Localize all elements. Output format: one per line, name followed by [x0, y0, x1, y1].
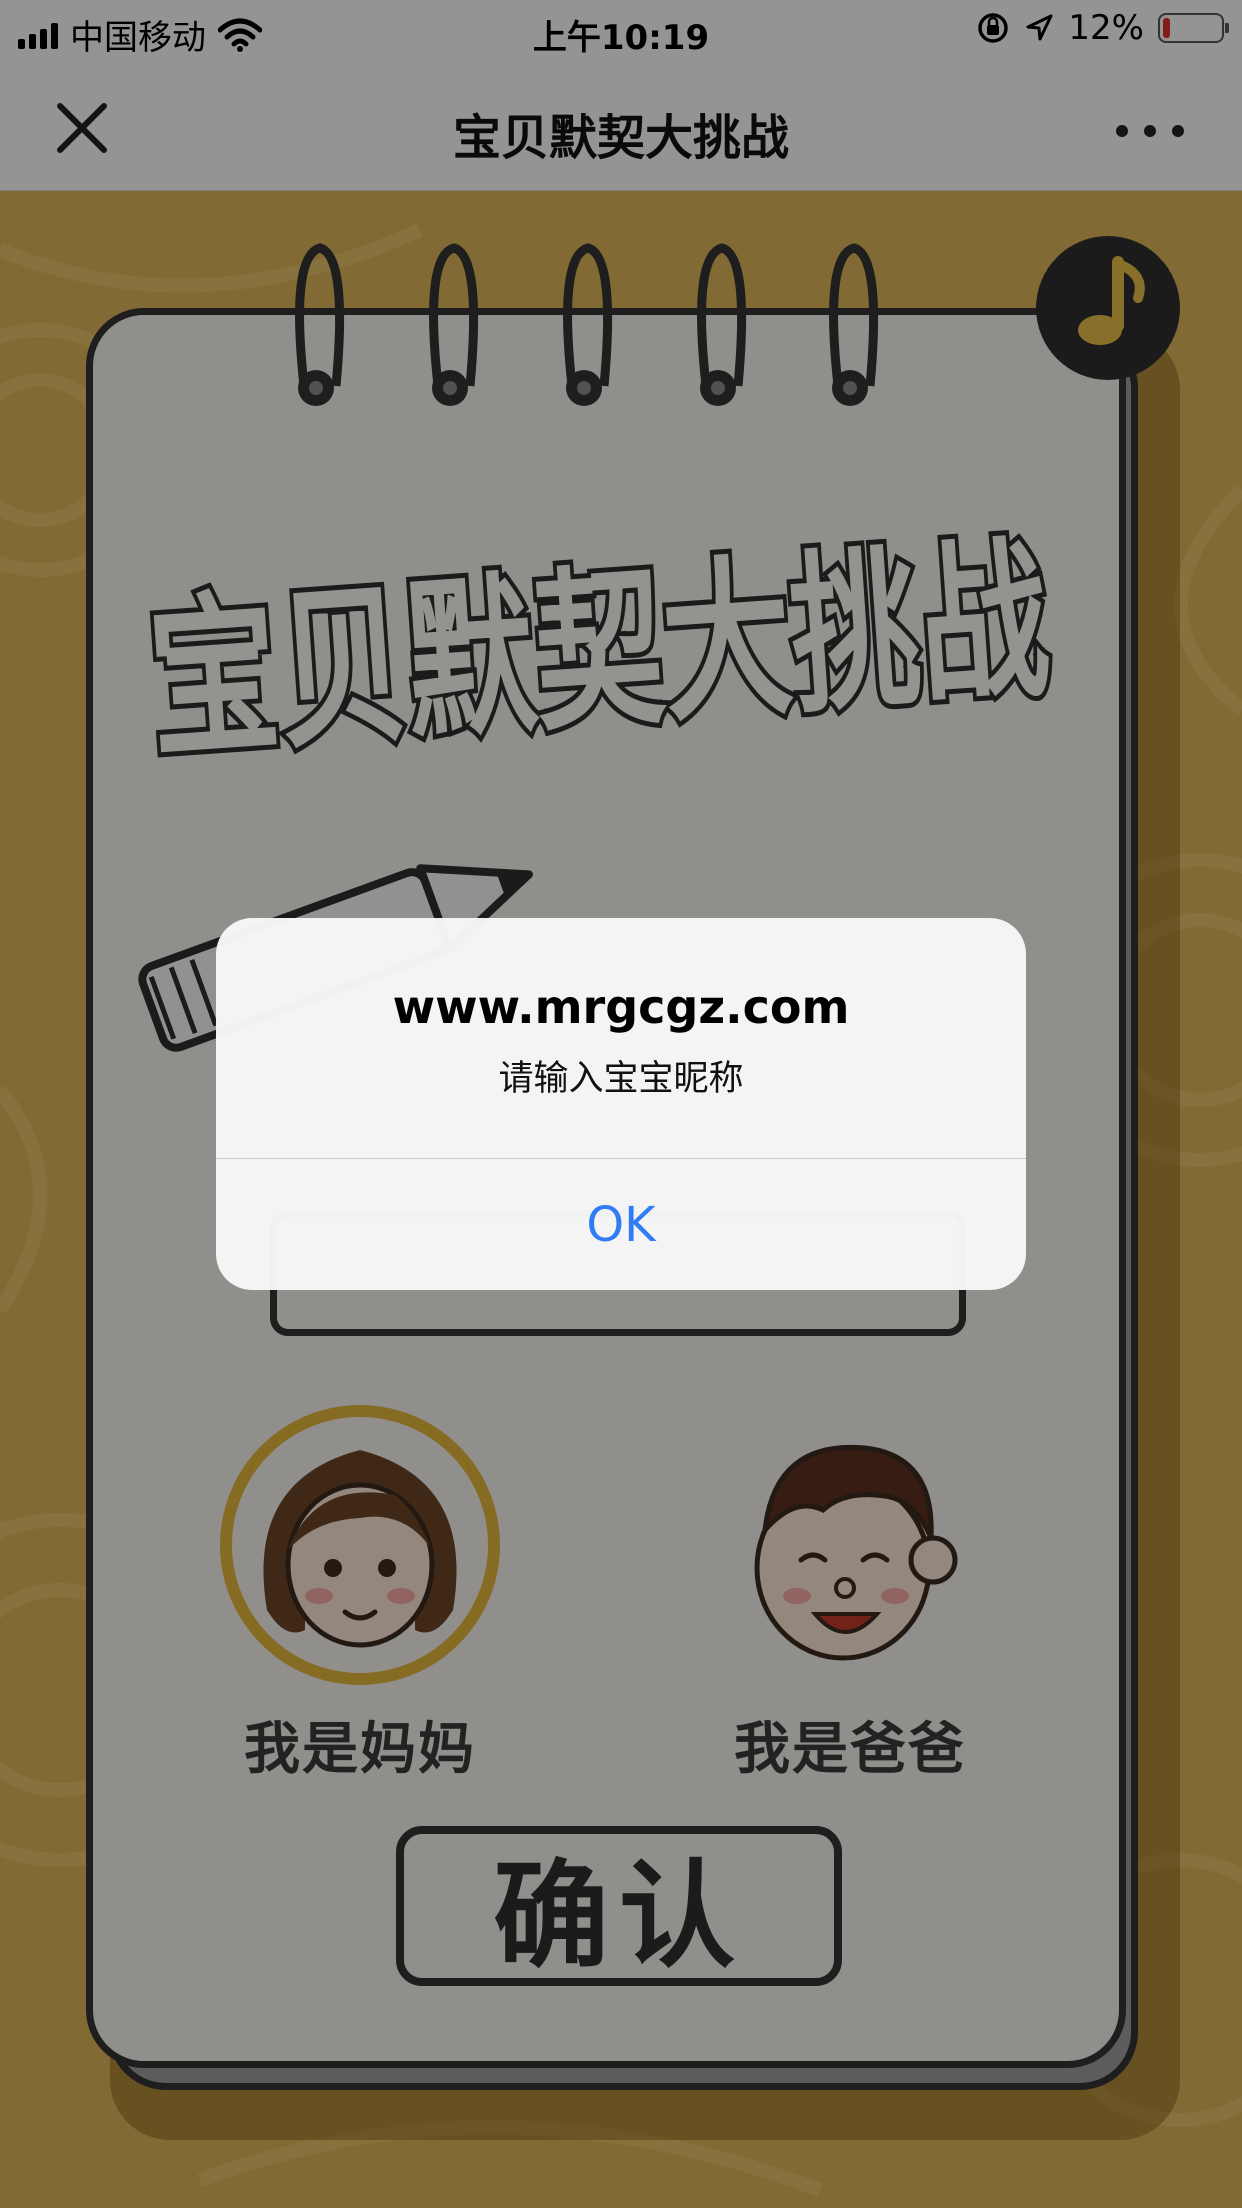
alert-title: www.mrgcgz.com: [392, 980, 850, 1034]
alert-message: 请输入宝宝昵称: [498, 1059, 744, 1099]
alert-dialog: www.mrgcgz.com 请输入宝宝昵称 OK: [216, 918, 1026, 1290]
ok-button[interactable]: OK: [216, 1159, 1026, 1290]
screen: 中国移动 上午10:19 12% 宝贝默契大挑战 宝贝默契大挑战 我是妈妈 我是…: [0, 0, 1242, 2208]
